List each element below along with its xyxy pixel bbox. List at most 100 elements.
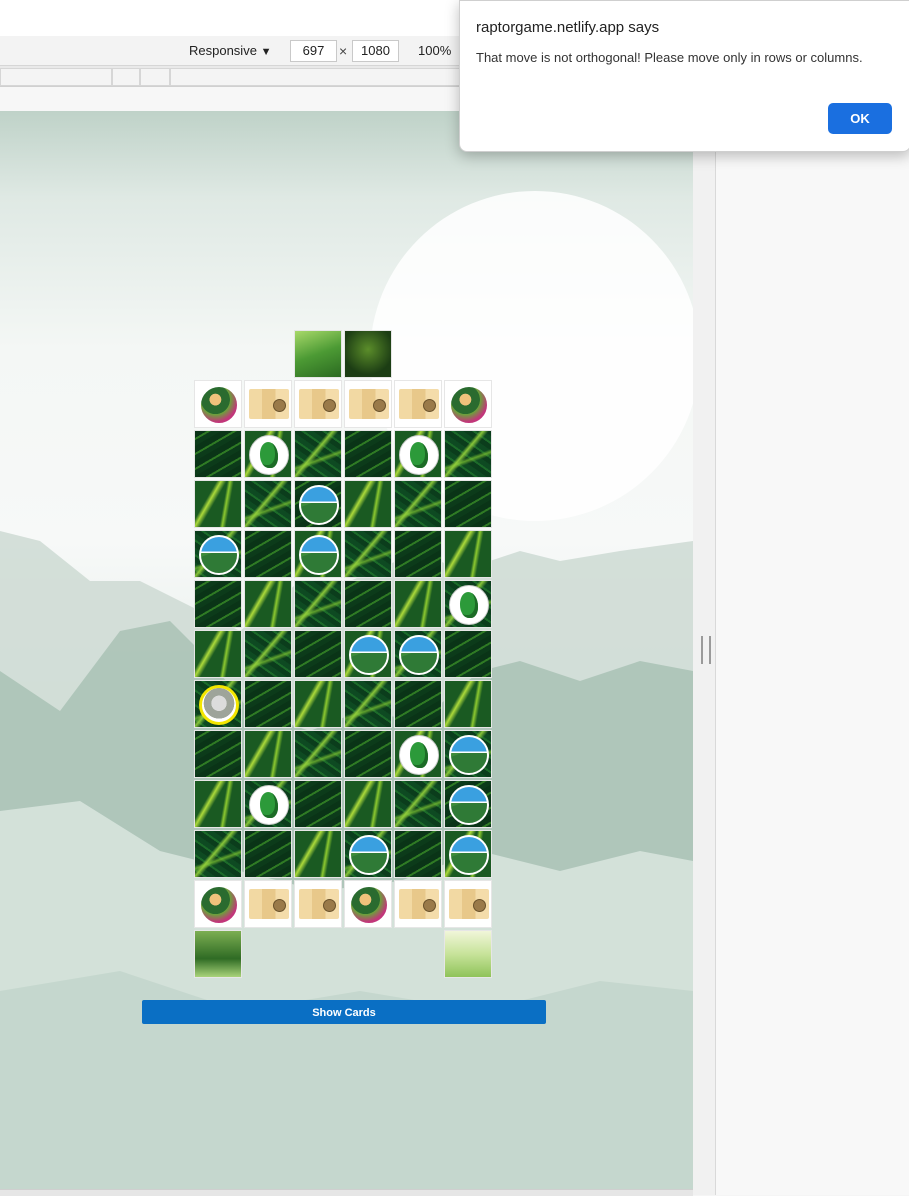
board-cell-jungle[interactable] xyxy=(194,730,242,778)
board-cell[interactable] xyxy=(394,730,442,778)
board-cell-jungle[interactable] xyxy=(194,430,242,478)
explorer-token-icon[interactable] xyxy=(449,385,489,425)
board-cell[interactable] xyxy=(244,380,292,428)
board-cell[interactable] xyxy=(344,880,392,928)
board-cell[interactable] xyxy=(444,780,492,828)
board-cell-jungle[interactable] xyxy=(294,680,342,728)
board-cell-jungle[interactable] xyxy=(294,630,342,678)
board-cell[interactable] xyxy=(444,880,492,928)
board-cell-jungle[interactable] xyxy=(444,530,492,578)
board-cell[interactable] xyxy=(194,880,242,928)
board-cell-jungle[interactable] xyxy=(294,580,342,628)
mountain-token-icon[interactable] xyxy=(449,835,489,875)
board-cell-jungle[interactable] xyxy=(344,530,392,578)
board-cell-jungle[interactable] xyxy=(344,480,392,528)
board-cell-jungle[interactable] xyxy=(194,830,242,878)
board-cell-jungle[interactable] xyxy=(244,730,292,778)
board-cell[interactable] xyxy=(394,430,442,478)
mountain-token-icon[interactable] xyxy=(399,635,439,675)
board-cell-jungle[interactable] xyxy=(394,680,442,728)
show-cards-button[interactable]: Show Cards xyxy=(142,1000,546,1024)
board-cell-jungle[interactable] xyxy=(244,680,292,728)
board-cell-jungle[interactable] xyxy=(344,430,392,478)
raptor-token-icon[interactable] xyxy=(399,735,439,775)
raptor-token-icon[interactable] xyxy=(249,435,289,475)
board-cell-jungle[interactable] xyxy=(244,480,292,528)
treasure-map-icon[interactable] xyxy=(399,889,439,919)
board-cell-jungle[interactable] xyxy=(394,580,442,628)
board-corner-image[interactable] xyxy=(294,330,342,378)
treasure-map-icon[interactable] xyxy=(399,389,439,419)
treasure-map-icon[interactable] xyxy=(249,889,289,919)
mountain-token-icon[interactable] xyxy=(199,535,239,575)
board-cell[interactable] xyxy=(294,530,342,578)
media-query-segment[interactable] xyxy=(0,68,112,86)
board-cell-jungle[interactable] xyxy=(294,830,342,878)
media-query-segment[interactable] xyxy=(170,68,462,86)
resize-handle-icon[interactable] xyxy=(701,636,711,664)
board-cell-jungle[interactable] xyxy=(244,830,292,878)
board-cell-jungle[interactable] xyxy=(394,480,442,528)
board-cell-jungle[interactable] xyxy=(244,580,292,628)
board-cell-jungle[interactable] xyxy=(194,580,242,628)
board-cell[interactable] xyxy=(244,780,292,828)
board-cell-jungle[interactable] xyxy=(194,780,242,828)
board-cell[interactable] xyxy=(394,630,442,678)
explorer-token-icon[interactable] xyxy=(349,885,389,925)
board-cell[interactable] xyxy=(444,580,492,628)
media-query-segment[interactable] xyxy=(140,68,170,86)
treasure-map-icon[interactable] xyxy=(349,389,389,419)
treasure-map-icon[interactable] xyxy=(249,389,289,419)
board-cell-jungle[interactable] xyxy=(394,530,442,578)
board-corner-image[interactable] xyxy=(344,330,392,378)
zoom-dropdown[interactable]: 100% xyxy=(418,43,451,58)
board-cell[interactable] xyxy=(344,380,392,428)
board-cell[interactable] xyxy=(344,830,392,878)
board-cell[interactable] xyxy=(294,880,342,928)
board-cell[interactable] xyxy=(194,680,242,728)
board-cell-jungle[interactable] xyxy=(344,580,392,628)
board-cell-jungle[interactable] xyxy=(294,780,342,828)
board-cell-jungle[interactable] xyxy=(344,730,392,778)
raptor-token-icon[interactable] xyxy=(399,435,439,475)
raptor-token-icon[interactable] xyxy=(249,785,289,825)
mountain-token-icon[interactable] xyxy=(349,635,389,675)
device-dropdown[interactable]: Responsive ▼ xyxy=(189,43,271,58)
ok-button[interactable]: OK xyxy=(828,103,892,134)
board-cell[interactable] xyxy=(394,380,442,428)
treasure-map-icon[interactable] xyxy=(299,889,339,919)
board-cell-jungle[interactable] xyxy=(194,480,242,528)
treasure-map-icon[interactable] xyxy=(299,389,339,419)
board-cell-jungle[interactable] xyxy=(244,630,292,678)
board-cell[interactable] xyxy=(244,430,292,478)
board-cell[interactable] xyxy=(194,380,242,428)
board-corner-image[interactable] xyxy=(194,930,242,978)
board-cell-jungle[interactable] xyxy=(294,730,342,778)
explorer-token-icon[interactable] xyxy=(199,885,239,925)
board-corner-image[interactable] xyxy=(444,930,492,978)
board-cell-jungle[interactable] xyxy=(394,830,442,878)
mountain-token-icon[interactable] xyxy=(349,835,389,875)
media-query-segment[interactable] xyxy=(112,68,140,86)
board-cell-jungle[interactable] xyxy=(444,630,492,678)
board-cell-jungle[interactable] xyxy=(344,780,392,828)
board-cell-jungle[interactable] xyxy=(444,430,492,478)
board-cell[interactable] xyxy=(394,880,442,928)
board-cell[interactable] xyxy=(294,380,342,428)
board-cell-jungle[interactable] xyxy=(394,780,442,828)
board-cell[interactable] xyxy=(444,730,492,778)
viewport-height-input[interactable]: 1080 xyxy=(352,40,399,62)
board-cell-jungle[interactable] xyxy=(444,480,492,528)
board-cell[interactable] xyxy=(244,880,292,928)
mountain-token-icon[interactable] xyxy=(449,785,489,825)
board-cell-jungle[interactable] xyxy=(294,430,342,478)
board-cell[interactable] xyxy=(444,830,492,878)
treasure-map-icon[interactable] xyxy=(449,889,489,919)
viewport-width-input[interactable]: 697 xyxy=(290,40,337,62)
board-cell-jungle[interactable] xyxy=(244,530,292,578)
board-cell[interactable] xyxy=(344,630,392,678)
raptor-token-icon[interactable] xyxy=(449,585,489,625)
board-cell-jungle[interactable] xyxy=(194,630,242,678)
board-cell-jungle[interactable] xyxy=(444,680,492,728)
board-cell[interactable] xyxy=(444,380,492,428)
